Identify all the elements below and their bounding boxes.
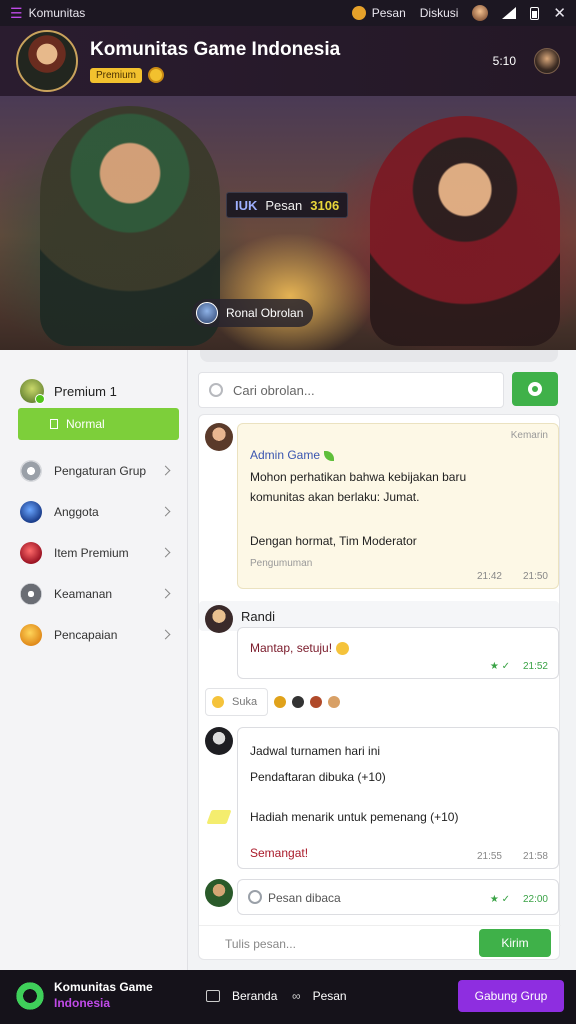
sidebar-item-security[interactable]: Keamanan [0,573,187,614]
search-button[interactable] [512,372,558,406]
emoji-icon [212,696,224,708]
profile-avatar[interactable] [534,48,560,74]
globe-icon [20,500,42,523]
sidebar-header: Premium 1 [0,350,187,408]
message-bubble-announcement[interactable]: Kemarin Admin Game Mohon perhatikan bahw… [237,423,559,589]
emoji-icon[interactable] [328,696,341,708]
scroll-indicator [200,350,558,362]
sender-name: Randi [241,609,275,624]
brand-line1: Komunitas Game [54,980,153,994]
star-icon [20,623,42,646]
sidebar-header-label: Premium 1 [54,383,117,399]
search-action-icon [528,382,542,396]
menu-icon[interactable]: ☰ [10,5,23,22]
group-banner: IUK Pesan 3106 Ronal Obrolan [0,96,576,350]
leaf-icon [324,450,335,461]
avatar[interactable] [205,727,233,755]
banner-tag: IUK Pesan 3106 [226,192,349,218]
message-bubble[interactable]: Pesan dibaca ★ ✓ 22:00 [237,879,559,915]
premium-badge: Premium [90,67,143,83]
emoji-icon[interactable] [292,696,305,708]
group-header: Komunitas Game Indonesia Premium 5:10 [0,26,576,96]
sidebar-item-members[interactable]: Anggota [0,491,187,532]
search-icon [209,383,223,397]
coin-icon [148,67,165,83]
signal-icon [502,7,517,19]
channel-icon [50,419,58,429]
message-list: Kemarin Admin Game Mohon perhatikan bahw… [198,414,561,960]
chat-area: Cari obrolan... Kemarin Admin Game Mohon… [198,350,568,970]
sparkle-icon [206,810,232,824]
gear-icon [20,459,42,482]
home-icon [206,990,220,1002]
gem-icon [20,541,42,564]
user-avatar-icon[interactable] [472,5,489,21]
avatar[interactable] [205,605,233,633]
smile-emoji-icon [336,642,350,656]
emoji-icon[interactable] [274,696,287,708]
lock-icon [20,582,42,605]
nav-home[interactable]: Beranda [206,989,277,1003]
nav-messages[interactable]: ∞ Pesan [292,989,347,1003]
sidebar-item-settings[interactable]: Pengaturan Grup [0,450,187,491]
message-bubble[interactable]: Jadwal turnamen hari ini Pendaftaran dib… [237,727,559,869]
battery-icon [530,6,540,20]
chevron-right-icon [160,629,171,640]
clock-icon [248,890,262,904]
sidebar-avatar [20,379,45,404]
status-center-label: Pesan [371,6,406,20]
group-title: Komunitas Game Indonesia [90,39,341,60]
avatar[interactable] [205,879,233,907]
emoji-icon[interactable] [310,696,323,708]
chat-icon: ∞ [292,989,301,1003]
banner-user-chip[interactable]: Ronal Obrolan [192,299,314,327]
chevron-right-icon [160,506,171,517]
bottom-bar: Komunitas Game Indonesia Beranda ∞ Pesan… [0,970,576,1024]
header-right-label: 5:10 [492,54,516,68]
message-bubble[interactable]: Mantap, setuju! ★ ✓ 21:52 [237,627,559,679]
chevron-right-icon [160,547,171,558]
message-text: Mantap, setuju! [250,641,350,656]
search-input[interactable]: Cari obrolan... [198,372,504,408]
status-bar: ☰ Komunitas Pesan Diskusi ✕ [0,0,576,26]
status-time-label: Diskusi [419,6,459,20]
read-receipt-icon: ★ ✓ [489,661,510,672]
read-receipt-icon: ★ ✓ [489,894,510,905]
notification-icon [351,6,366,20]
chip-avatar [196,302,218,324]
chevron-right-icon [160,465,171,476]
sender-name: Admin Game [250,448,335,462]
group-avatar[interactable] [16,30,78,92]
sidebar-item-premium[interactable]: Item Premium [0,532,187,573]
sidebar-item-achievements[interactable]: Pencapaian [0,614,187,655]
close-icon[interactable]: ✕ [553,4,566,22]
reaction-chip[interactable]: Suka [205,688,269,716]
brand-logo [14,980,46,1012]
chevron-right-icon [160,588,171,599]
sidebar-item-active[interactable]: Normal [18,408,179,440]
join-group-button[interactable]: Gabung Grup [458,980,564,1012]
send-button[interactable]: Kirim [479,929,551,957]
avatar[interactable] [205,423,233,451]
reaction-bar: Suka [199,687,379,717]
sidebar: Premium 1 Normal Pengaturan Grup Anggota… [0,350,188,970]
hero-illustration-right [370,116,560,346]
app-label: Komunitas [28,6,86,20]
brand-line2: Indonesia [54,996,111,1010]
